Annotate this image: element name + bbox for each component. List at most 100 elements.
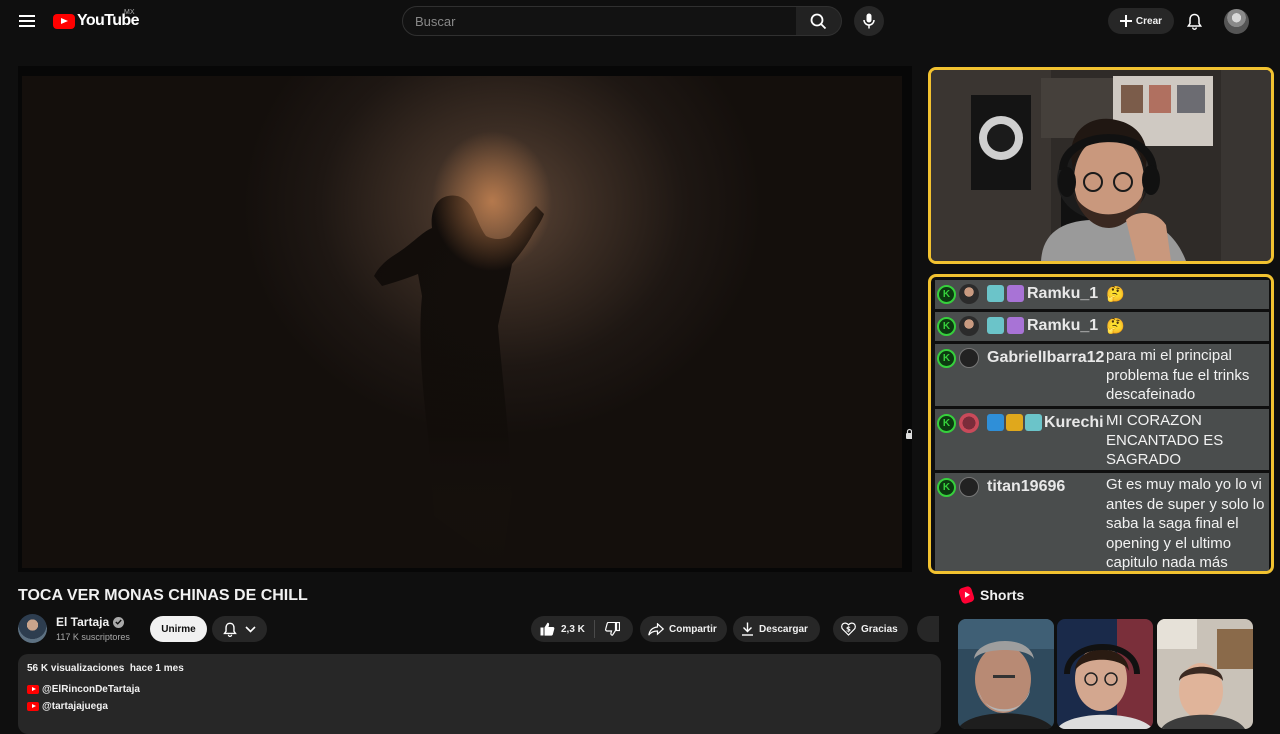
share-icon [648,622,664,636]
chat-text: para mi el principal problema fue el tri… [1106,347,1250,403]
search-icon [810,13,827,29]
like-count: 2,3 K [561,623,585,635]
user-avatar [959,284,979,304]
like-dislike-group: 2,3 K [531,616,633,642]
bell-icon [223,622,237,637]
default-avatar-icon [959,348,979,368]
notifications-button[interactable] [1182,9,1206,33]
description-meta: 56 K visualizaciones hace 1 mes [27,663,184,674]
chat-text: 🤔 [1106,318,1125,335]
channel-avatar[interactable] [18,614,47,643]
kick-badge-icon: K [937,349,956,368]
short-thumbnail[interactable] [1157,619,1253,729]
heart-dollar-icon: $ [841,622,856,636]
join-button[interactable]: Unirme [150,616,207,642]
notification-settings-button[interactable] [212,616,267,642]
short-thumbnail-image [1057,619,1153,729]
thanks-button[interactable]: $ Gracias [833,616,908,642]
user-avatar [959,316,979,336]
search-input[interactable] [415,14,775,29]
download-button[interactable]: Descargar [733,616,820,642]
subscriber-badge-icon [987,285,1004,302]
verified-icon [113,616,125,628]
view-count: 56 K visualizaciones [27,663,125,674]
description-link[interactable]: @tartajajuega [27,701,108,712]
chat-username[interactable]: Ramku_1 [1027,285,1098,303]
lock-icon [906,428,912,439]
search-button[interactable] [796,6,842,36]
share-button[interactable]: Compartir [640,616,727,642]
chat-username[interactable]: Kurechi [1044,414,1104,432]
chat-panel: K Ramku_1 🤔 K Ramku_1 🤔 K GabrielIbarra1… [928,274,1274,574]
description-link[interactable]: @ElRinconDeTartaja [27,684,140,695]
channel-name-text: El Tartaja [56,615,110,629]
webcam-panel[interactable] [928,67,1274,264]
masthead: YouTube MX Crear [0,0,1280,42]
shorts-icon [957,585,976,605]
video-frame [22,76,902,568]
chat-text: MI CORAZON ENCANTADO ES SAGRADO [1106,412,1224,468]
subscriber-badge-icon [1025,414,1042,431]
thanks-label: Gracias [861,623,898,635]
chat-message: K Kurechi MI CORAZON ENCANTADO ES SAGRAD… [935,409,1269,470]
chat-text: Gt es muy malo yo lo vi antes de super y… [1106,476,1265,571]
chat-username[interactable]: titan19696 [987,478,1065,496]
shorts-heading: Shorts [957,585,1025,605]
link-text: @ElRinconDeTartaja [42,684,140,695]
short-thumbnail-image [958,619,1054,729]
menu-icon[interactable] [14,8,40,34]
bell-icon [1186,13,1202,30]
upload-date: hace 1 mes [129,663,184,674]
crown-badge-icon [1006,414,1023,431]
video-title: TOCA VER MONAS CHINAS DE CHILL [18,587,308,604]
shorts-title: Shorts [980,587,1025,603]
short-thumbnail-image [1157,619,1253,729]
voice-search-button[interactable] [854,6,884,36]
download-icon [742,622,753,636]
default-avatar-icon [959,477,979,497]
svg-text:$: $ [846,626,851,634]
account-avatar[interactable] [1224,9,1249,34]
short-thumbnail[interactable] [958,619,1054,729]
chat-message: K Ramku_1 🤔 [935,280,1269,309]
chevron-down-icon [245,625,256,633]
thanks-button-inner[interactable]: $ Gracias [833,616,908,642]
create-button[interactable]: Crear [1108,8,1174,34]
share-button-inner[interactable]: Compartir [640,616,727,642]
like-button[interactable]: 2,3 K [531,616,585,642]
moderator-badge-icon [987,414,1004,431]
link-text: @tartajajuega [42,701,108,712]
webcam-image [931,70,1271,261]
divider [593,620,595,638]
microphone-icon [863,13,875,29]
video-player[interactable] [18,66,912,572]
chat-username[interactable]: GabrielIbarra12 [987,349,1104,367]
short-thumbnail[interactable] [1057,619,1153,729]
thumbs-down-icon [605,622,621,636]
kick-badge-icon: K [937,414,956,433]
user-avatar [959,413,979,433]
kick-badge-icon: K [937,478,956,497]
channel-name[interactable]: El Tartaja [56,615,125,629]
chat-message: K GabrielIbarra12 para mi el principal p… [935,344,1269,406]
youtube-icon [27,685,39,694]
subscriber-badge-icon [987,317,1004,334]
chat-username[interactable]: Ramku_1 [1027,317,1098,335]
kick-badge-icon: K [937,285,956,304]
description-box[interactable]: 56 K visualizaciones hace 1 mes @ElRinco… [18,654,941,734]
kick-badge-icon: K [937,317,956,336]
download-button-inner[interactable]: Descargar [733,616,818,642]
subscriber-count: 117 K suscriptores [56,632,130,642]
gift-badge-icon [1007,317,1024,334]
dislike-button[interactable] [601,616,625,642]
country-code: MX [124,9,135,16]
silhouette-figure [374,195,544,566]
share-label: Compartir [669,623,717,635]
plus-icon [1119,15,1132,27]
gift-badge-icon [1007,285,1024,302]
download-label: Descargar [759,623,808,635]
thumbs-up-icon [540,622,555,636]
youtube-icon [27,702,39,711]
more-actions-button[interactable] [917,616,939,642]
create-label: Crear [1135,15,1163,27]
